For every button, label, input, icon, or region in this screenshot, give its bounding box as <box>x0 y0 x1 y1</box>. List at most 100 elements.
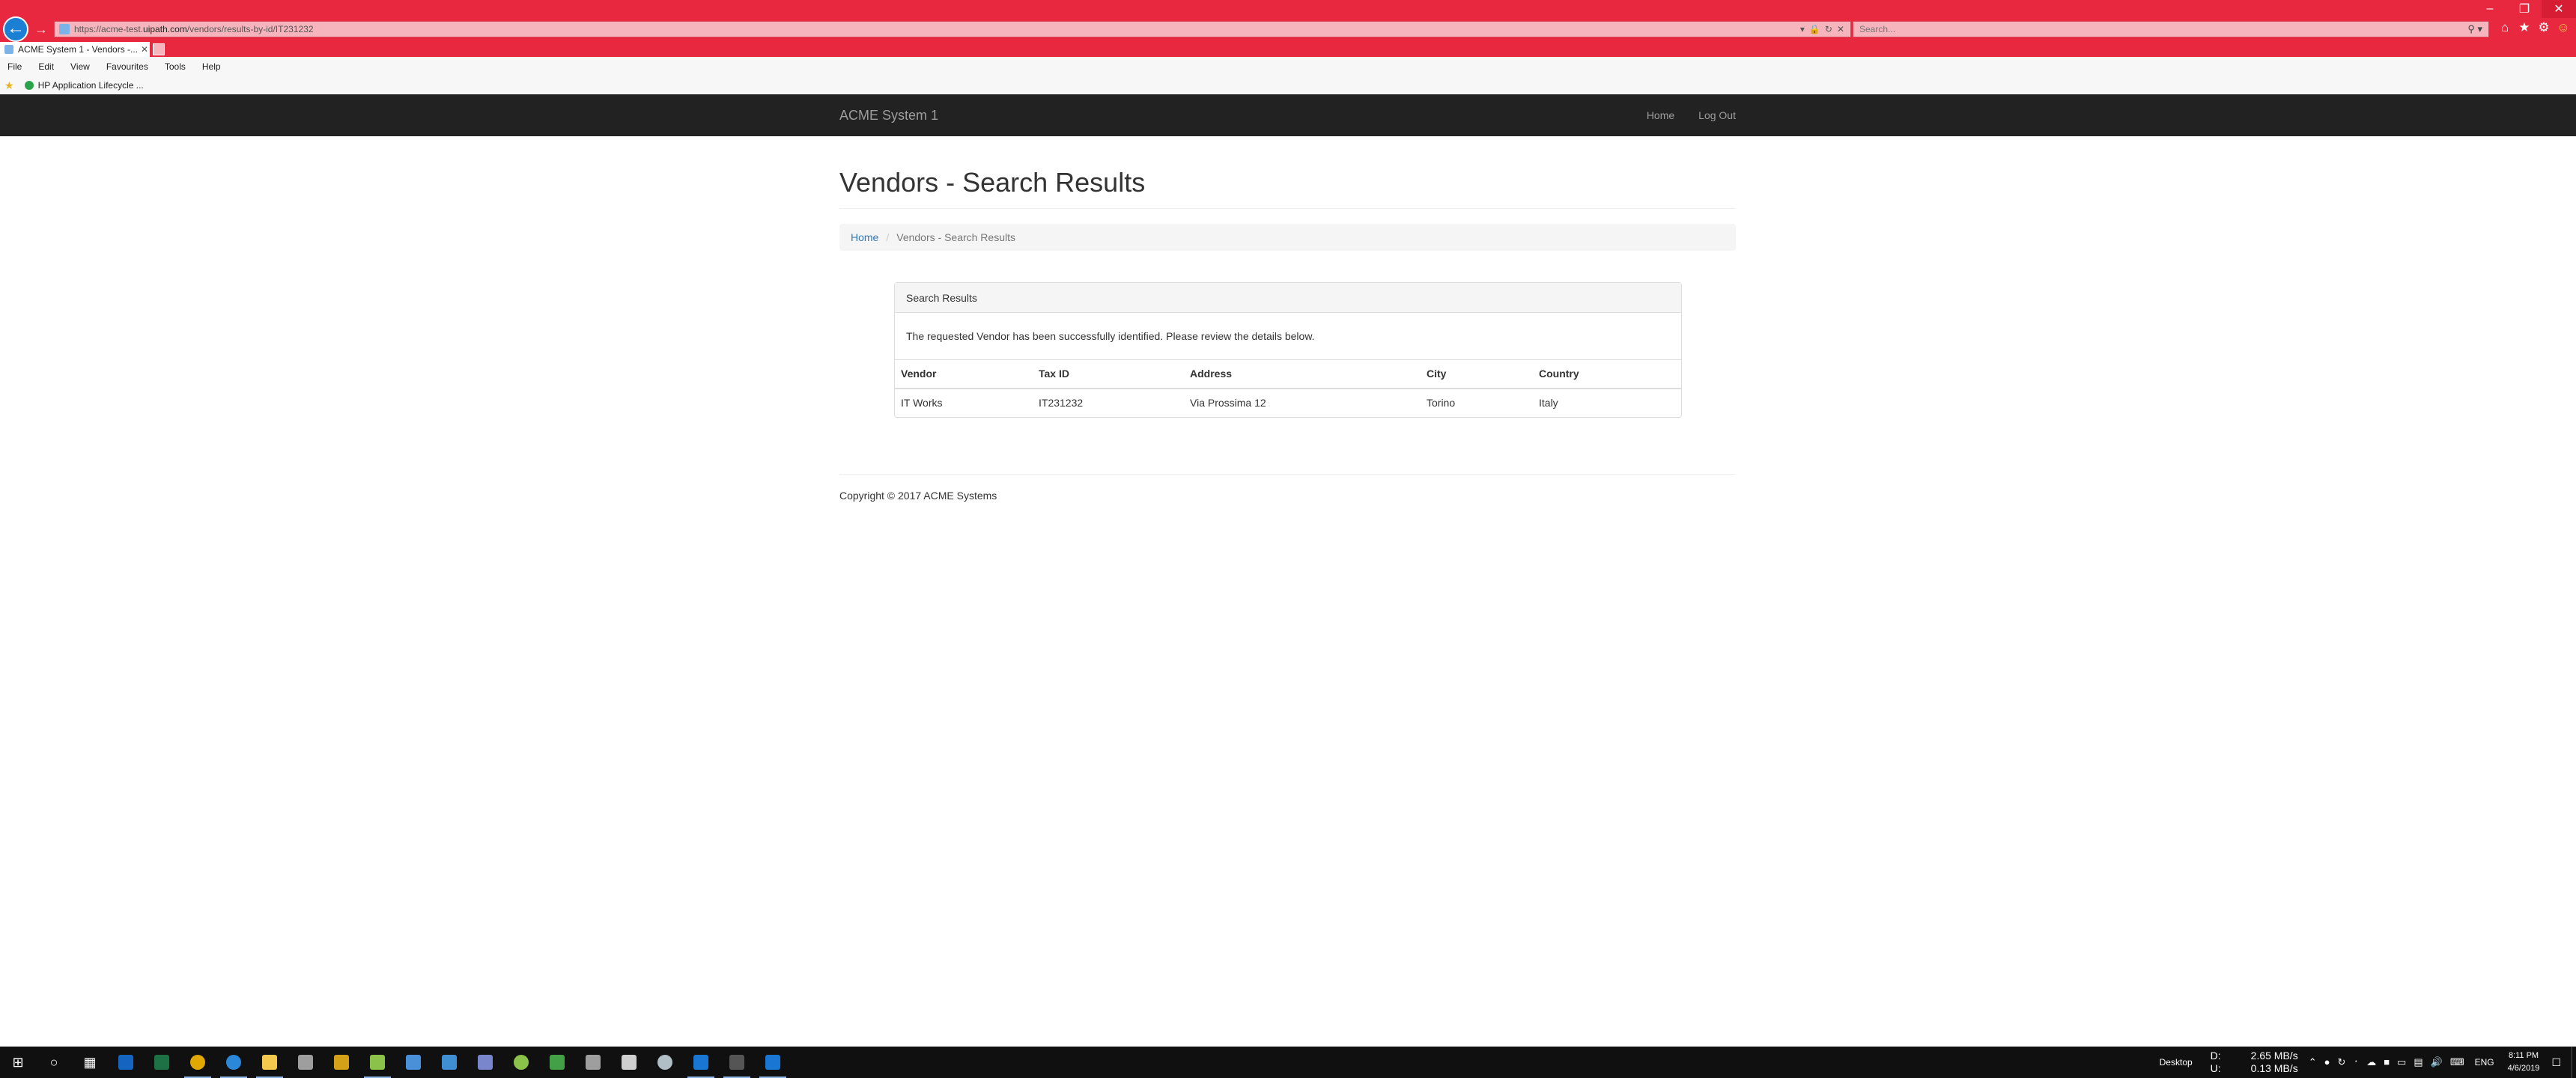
table-header-row: Vendor Tax ID Address City Country <box>895 359 1681 389</box>
sync-icon[interactable]: ↻ <box>2337 1056 2345 1068</box>
chevron-up-icon[interactable]: ⌃ <box>2309 1056 2317 1068</box>
cell-city: Torino <box>1427 397 1456 409</box>
dropdown-arrow-icon[interactable]: ▾ <box>1800 24 1805 34</box>
favourite-link-hp-alm[interactable]: HP Application Lifecycle ... <box>38 80 144 91</box>
app-icon-5[interactable] <box>503 1047 539 1078</box>
photos-icon[interactable] <box>719 1047 755 1078</box>
chrome-icon[interactable] <box>180 1047 216 1078</box>
outlook-icon[interactable] <box>108 1047 144 1078</box>
panel-heading: Search Results <box>895 283 1681 313</box>
close-tab-icon[interactable]: ✕ <box>141 44 148 55</box>
feedback-smiley-icon[interactable]: ☺ <box>2557 19 2570 36</box>
language-indicator[interactable]: ENG <box>2475 1057 2494 1068</box>
menu-favourites[interactable]: Favourites <box>106 61 148 72</box>
app-icon-3[interactable] <box>431 1047 467 1078</box>
menu-help[interactable]: Help <box>202 61 221 72</box>
page-content: Vendors - Search Results Home / Vendors … <box>839 136 1736 502</box>
minimize-button[interactable]: – <box>2473 0 2507 18</box>
breadcrumb: Home / Vendors - Search Results <box>839 224 1736 251</box>
battery-icon[interactable]: ▭ <box>2397 1056 2406 1068</box>
app-icon-4[interactable] <box>467 1047 503 1078</box>
menu-edit[interactable]: Edit <box>38 61 54 72</box>
clock-time: 8:11 PM <box>2508 1051 2539 1060</box>
security-icon[interactable]: ■ <box>2384 1056 2390 1068</box>
menu-tools[interactable]: Tools <box>165 61 186 72</box>
net-down-label: D: <box>2210 1050 2221 1062</box>
close-window-button[interactable]: ✕ <box>2542 0 2576 18</box>
address-url[interactable]: https://acme-test.uipath.com/vendors/res… <box>74 24 314 34</box>
menu-file[interactable]: File <box>7 61 22 72</box>
file-explorer-icon[interactable] <box>252 1047 288 1078</box>
url-path: /vendors/results-by-id/IT231232 <box>186 24 314 34</box>
cell-tax-id: IT231232 <box>1039 397 1084 409</box>
panel-message: The requested Vendor has been successful… <box>906 330 1315 342</box>
system-tray: Desktop D: 2.65 MB/s U: 0.13 MB/s ⌃ ● ↻ ᛫ … <box>2160 1047 2576 1078</box>
cortana-search-icon[interactable]: ○ <box>36 1047 72 1078</box>
cell-country: Italy <box>1539 397 1558 409</box>
network-icon[interactable]: ▤ <box>2414 1056 2422 1068</box>
volume-icon[interactable]: 🔊 <box>2431 1056 2443 1068</box>
search-box[interactable]: ⚲ ▾ <box>1853 21 2489 37</box>
refresh-icon[interactable]: ↻ <box>1825 24 1832 34</box>
cell-address: Via Prossima 12 <box>1190 397 1266 409</box>
network-speed-meter: D: 2.65 MB/s U: 0.13 MB/s <box>2211 1050 2298 1075</box>
add-favourite-star-icon[interactable]: ★ <box>4 79 14 92</box>
breadcrumb-home-link[interactable]: Home <box>851 231 878 243</box>
app-icon-2[interactable] <box>323 1047 359 1078</box>
navbar-brand[interactable]: ACME System 1 <box>839 94 938 136</box>
navbar-links: Home Log Out <box>1647 94 1736 136</box>
calculator-icon[interactable] <box>611 1047 647 1078</box>
onedrive-cloud-icon[interactable]: ☁ <box>2366 1056 2376 1068</box>
favorites-star-icon[interactable]: ★ <box>2518 19 2531 36</box>
clock-date: 4/6/2019 <box>2507 1064 2540 1073</box>
new-tab-button[interactable] <box>153 43 165 55</box>
search-input[interactable] <box>1859 24 2428 34</box>
lock-icon[interactable]: 🔒 <box>1809 24 1820 34</box>
uipath-robot-icon[interactable] <box>755 1047 791 1078</box>
tab-favicon-icon <box>4 45 13 54</box>
home-icon[interactable]: ⌂ <box>2498 19 2512 36</box>
back-button[interactable]: ← <box>3 16 28 42</box>
desktop-toolbar-label[interactable]: Desktop <box>2160 1057 2193 1068</box>
address-tools: ▾ 🔒 ↻ ✕ <box>1800 24 1850 34</box>
task-view-icon[interactable]: ▦ <box>72 1047 108 1078</box>
vendor-results-table: Vendor Tax ID Address City Country IT Wo… <box>895 359 1681 417</box>
document-app-icon[interactable] <box>359 1047 395 1078</box>
tray-app-icon[interactable]: ● <box>2324 1056 2330 1068</box>
window-controls: – ❐ ✕ <box>2473 0 2576 18</box>
cell-vendor: IT Works <box>901 397 943 409</box>
gear-icon[interactable]: ⚙ <box>2537 19 2551 36</box>
column-header-city: City <box>1421 359 1533 389</box>
nav-home-link[interactable]: Home <box>1647 94 1674 136</box>
app-icon-6[interactable] <box>539 1047 575 1078</box>
url-prefix: https://acme-test. <box>74 24 144 34</box>
internet-explorer-icon[interactable] <box>216 1047 252 1078</box>
address-bar[interactable]: https://acme-test.uipath.com/vendors/res… <box>54 21 1851 37</box>
forward-arrow-icon: → <box>34 22 48 37</box>
restore-button[interactable]: ❐ <box>2507 0 2542 18</box>
bluetooth-icon[interactable]: ᛫ <box>2353 1056 2359 1068</box>
app-icon-8[interactable] <box>647 1047 683 1078</box>
mail-icon[interactable] <box>395 1047 431 1078</box>
search-icon[interactable]: ⚲ ▾ <box>2467 23 2488 35</box>
start-windows-icon[interactable]: ⊞ <box>0 1047 36 1078</box>
keyboard-icon[interactable]: ⌨ <box>2450 1056 2464 1068</box>
uipath-studio-icon[interactable] <box>683 1047 719 1078</box>
breadcrumb-separator: / <box>886 231 890 243</box>
nav-logout-link[interactable]: Log Out <box>1698 94 1736 136</box>
clock[interactable]: 8:11 PM 4/6/2019 <box>2508 1050 2540 1075</box>
notification-icon[interactable]: ☐ <box>2551 1056 2561 1069</box>
search-results-panel: Search Results The requested Vendor has … <box>894 282 1682 418</box>
show-desktop-button[interactable] <box>2572 1047 2576 1078</box>
excel-icon[interactable] <box>144 1047 180 1078</box>
app-icon-7[interactable] <box>575 1047 611 1078</box>
browser-tab-active[interactable]: ACME System 1 - Vendors -... ✕ <box>0 42 150 57</box>
stop-icon[interactable]: ✕ <box>1837 24 1844 34</box>
net-up-speed: 0.13 MB/s <box>2250 1062 2298 1074</box>
tab-title: ACME System 1 - Vendors -... <box>18 44 138 55</box>
hp-alm-icon <box>24 81 34 90</box>
menu-view[interactable]: View <box>70 61 90 72</box>
forward-button[interactable]: → <box>33 21 49 37</box>
app-icon-1[interactable] <box>288 1047 323 1078</box>
browser-toolbar-icons: ⌂ ★ ⚙ ☺ <box>2498 19 2570 36</box>
